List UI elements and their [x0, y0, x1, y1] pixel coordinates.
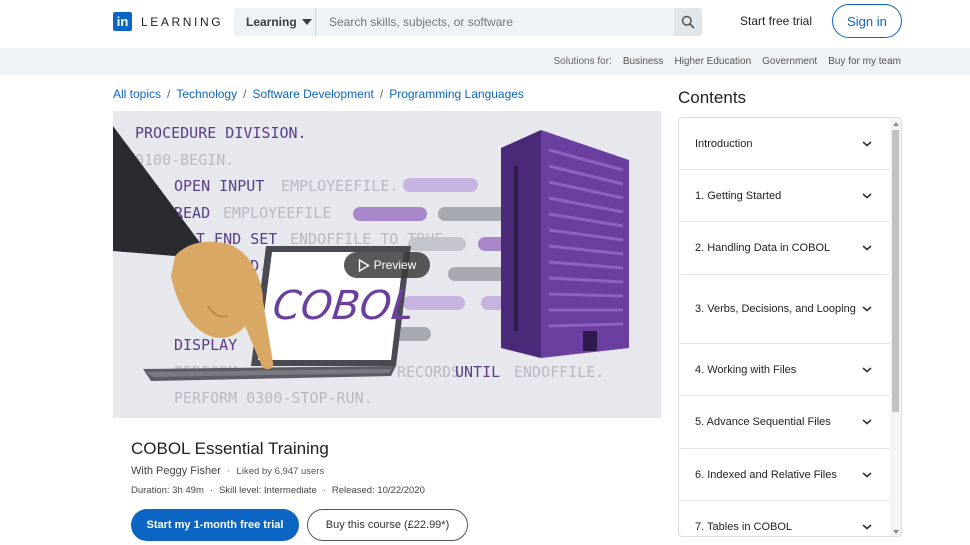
solutions-business-link[interactable]: Business — [623, 56, 664, 67]
chevron-down-icon — [862, 419, 872, 425]
hand-illustration — [113, 126, 274, 370]
code-line: EMPLOYEEFILE. — [281, 177, 399, 195]
chevron-down-icon — [862, 245, 872, 251]
meta-separator: · — [226, 465, 231, 477]
linkedin-learning-logo[interactable]: in LEARNING — [113, 12, 223, 31]
chapter-item[interactable]: Introduction — [679, 118, 891, 170]
building-illustration — [501, 130, 629, 358]
sign-in-button[interactable]: Sign in — [832, 4, 902, 38]
chapter-item[interactable]: 6. Indexed and Relative Files — [679, 449, 891, 501]
solutions-bar: Solutions for: Business Higher Education… — [0, 48, 970, 75]
contents-panel: Introduction 1. Getting Started 2. Handl… — [678, 117, 902, 537]
buy-course-button[interactable]: Buy this course (£22.99*) — [307, 509, 468, 541]
play-icon — [358, 258, 370, 272]
code-line: UNTIL — [455, 363, 501, 381]
chapter-title: 2. Handling Data in COBOL — [695, 242, 831, 254]
breadcrumb-separator: / — [167, 87, 171, 101]
chevron-down-icon — [862, 471, 872, 478]
category-dropdown[interactable]: Learning — [234, 8, 316, 36]
chapter-title: 6. Indexed and Relative Files — [695, 468, 837, 481]
chapter-item[interactable]: 5. Advance Sequential Files — [679, 396, 891, 449]
chapter-title: 5. Advance Sequential Files — [695, 416, 831, 428]
laptop-screen-text: COBOL — [270, 283, 417, 329]
linkedin-logo-icon: in — [113, 12, 132, 31]
chapter-item[interactable]: 4. Working with Files — [679, 344, 891, 396]
scroll-up-arrow-icon[interactable] — [893, 122, 899, 126]
course-details: Duration: 3h 49m · Skill level: Intermed… — [131, 485, 425, 496]
breadcrumb-separator: / — [243, 87, 247, 101]
meta-separator: · — [322, 485, 326, 496]
course-skill-level: Skill level: Intermediate — [219, 485, 317, 496]
chevron-down-icon — [862, 192, 872, 199]
breadcrumb-programming-languages[interactable]: Programming Languages — [389, 87, 524, 101]
chapter-title: 4. Working with Files — [695, 363, 797, 376]
course-author[interactable]: With Peggy Fisher — [131, 465, 221, 477]
chapter-list: Introduction 1. Getting Started 2. Handl… — [679, 118, 891, 536]
search-bar: Learning — [234, 8, 702, 36]
code-line: PERFORM 0300-STOP-RUN. — [174, 389, 373, 407]
chevron-down-icon — [862, 523, 872, 530]
scroll-down-arrow-icon[interactable] — [893, 530, 899, 534]
start-free-trial-button[interactable]: Start my 1-month free trial — [131, 509, 299, 541]
chevron-down-icon — [862, 140, 872, 147]
scrollbar-thumb[interactable] — [892, 130, 899, 412]
contents-scrollbar[interactable] — [890, 118, 901, 536]
course-meta: With Peggy Fisher · Liked by 6,947 users — [131, 465, 324, 477]
chevron-down-icon — [862, 366, 872, 373]
breadcrumb: All topics / Technology / Software Devel… — [113, 87, 524, 101]
course-title: COBOL Essential Training — [131, 439, 329, 458]
solutions-government-link[interactable]: Government — [762, 56, 817, 67]
breadcrumb-all-topics[interactable]: All topics — [113, 87, 161, 101]
breadcrumb-software-development[interactable]: Software Development — [252, 87, 373, 101]
breadcrumb-technology[interactable]: Technology — [176, 87, 237, 101]
category-dropdown-label: Learning — [246, 15, 297, 29]
preview-button[interactable]: Preview — [344, 252, 430, 278]
course-hero-image[interactable]: PROCEDURE DIVISION. 0100-BEGIN. OPEN INP… — [113, 111, 661, 418]
code-pill — [353, 207, 427, 221]
course-released: Released: 10/22/2020 — [331, 485, 425, 496]
chapter-title: 3. Verbs, Decisions, and Looping — [695, 302, 856, 315]
caret-down-icon — [301, 19, 312, 25]
start-free-trial-link[interactable]: Start free trial — [740, 14, 812, 28]
solutions-higher-education-link[interactable]: Higher Education — [674, 56, 751, 67]
search-input[interactable] — [316, 8, 674, 36]
chapter-title: 7. Tables in COBOL — [695, 520, 793, 533]
course-duration: Duration: 3h 49m — [131, 485, 204, 496]
code-pill — [403, 178, 478, 192]
chapter-item[interactable]: 1. Getting Started — [679, 170, 891, 222]
meta-separator: · — [209, 485, 214, 496]
search-icon — [681, 15, 695, 29]
logo-wordmark: LEARNING — [141, 14, 224, 29]
solutions-label: Solutions for: — [553, 56, 612, 67]
chapter-item[interactable]: 3. Verbs, Decisions, and Looping — [679, 275, 891, 344]
chapter-title: 1. Getting Started — [695, 189, 782, 202]
preview-label: Preview — [373, 258, 417, 272]
chevron-down-icon — [862, 306, 872, 312]
chapter-title: Introduction — [695, 137, 753, 150]
breadcrumb-separator: / — [379, 87, 384, 101]
buy-for-my-team-link[interactable]: Buy for my team — [828, 56, 901, 67]
chapter-item[interactable]: 7. Tables in COBOL — [679, 501, 891, 536]
code-line: ENDOFFILE. — [514, 363, 605, 381]
chapter-item[interactable]: 2. Handling Data in COBOL — [679, 222, 891, 275]
course-likes: Liked by 6,947 users — [236, 465, 325, 477]
contents-heading: Contents — [678, 88, 747, 107]
top-header: in LEARNING Learning Start free trial Si… — [0, 0, 970, 44]
search-button[interactable] — [674, 8, 702, 36]
